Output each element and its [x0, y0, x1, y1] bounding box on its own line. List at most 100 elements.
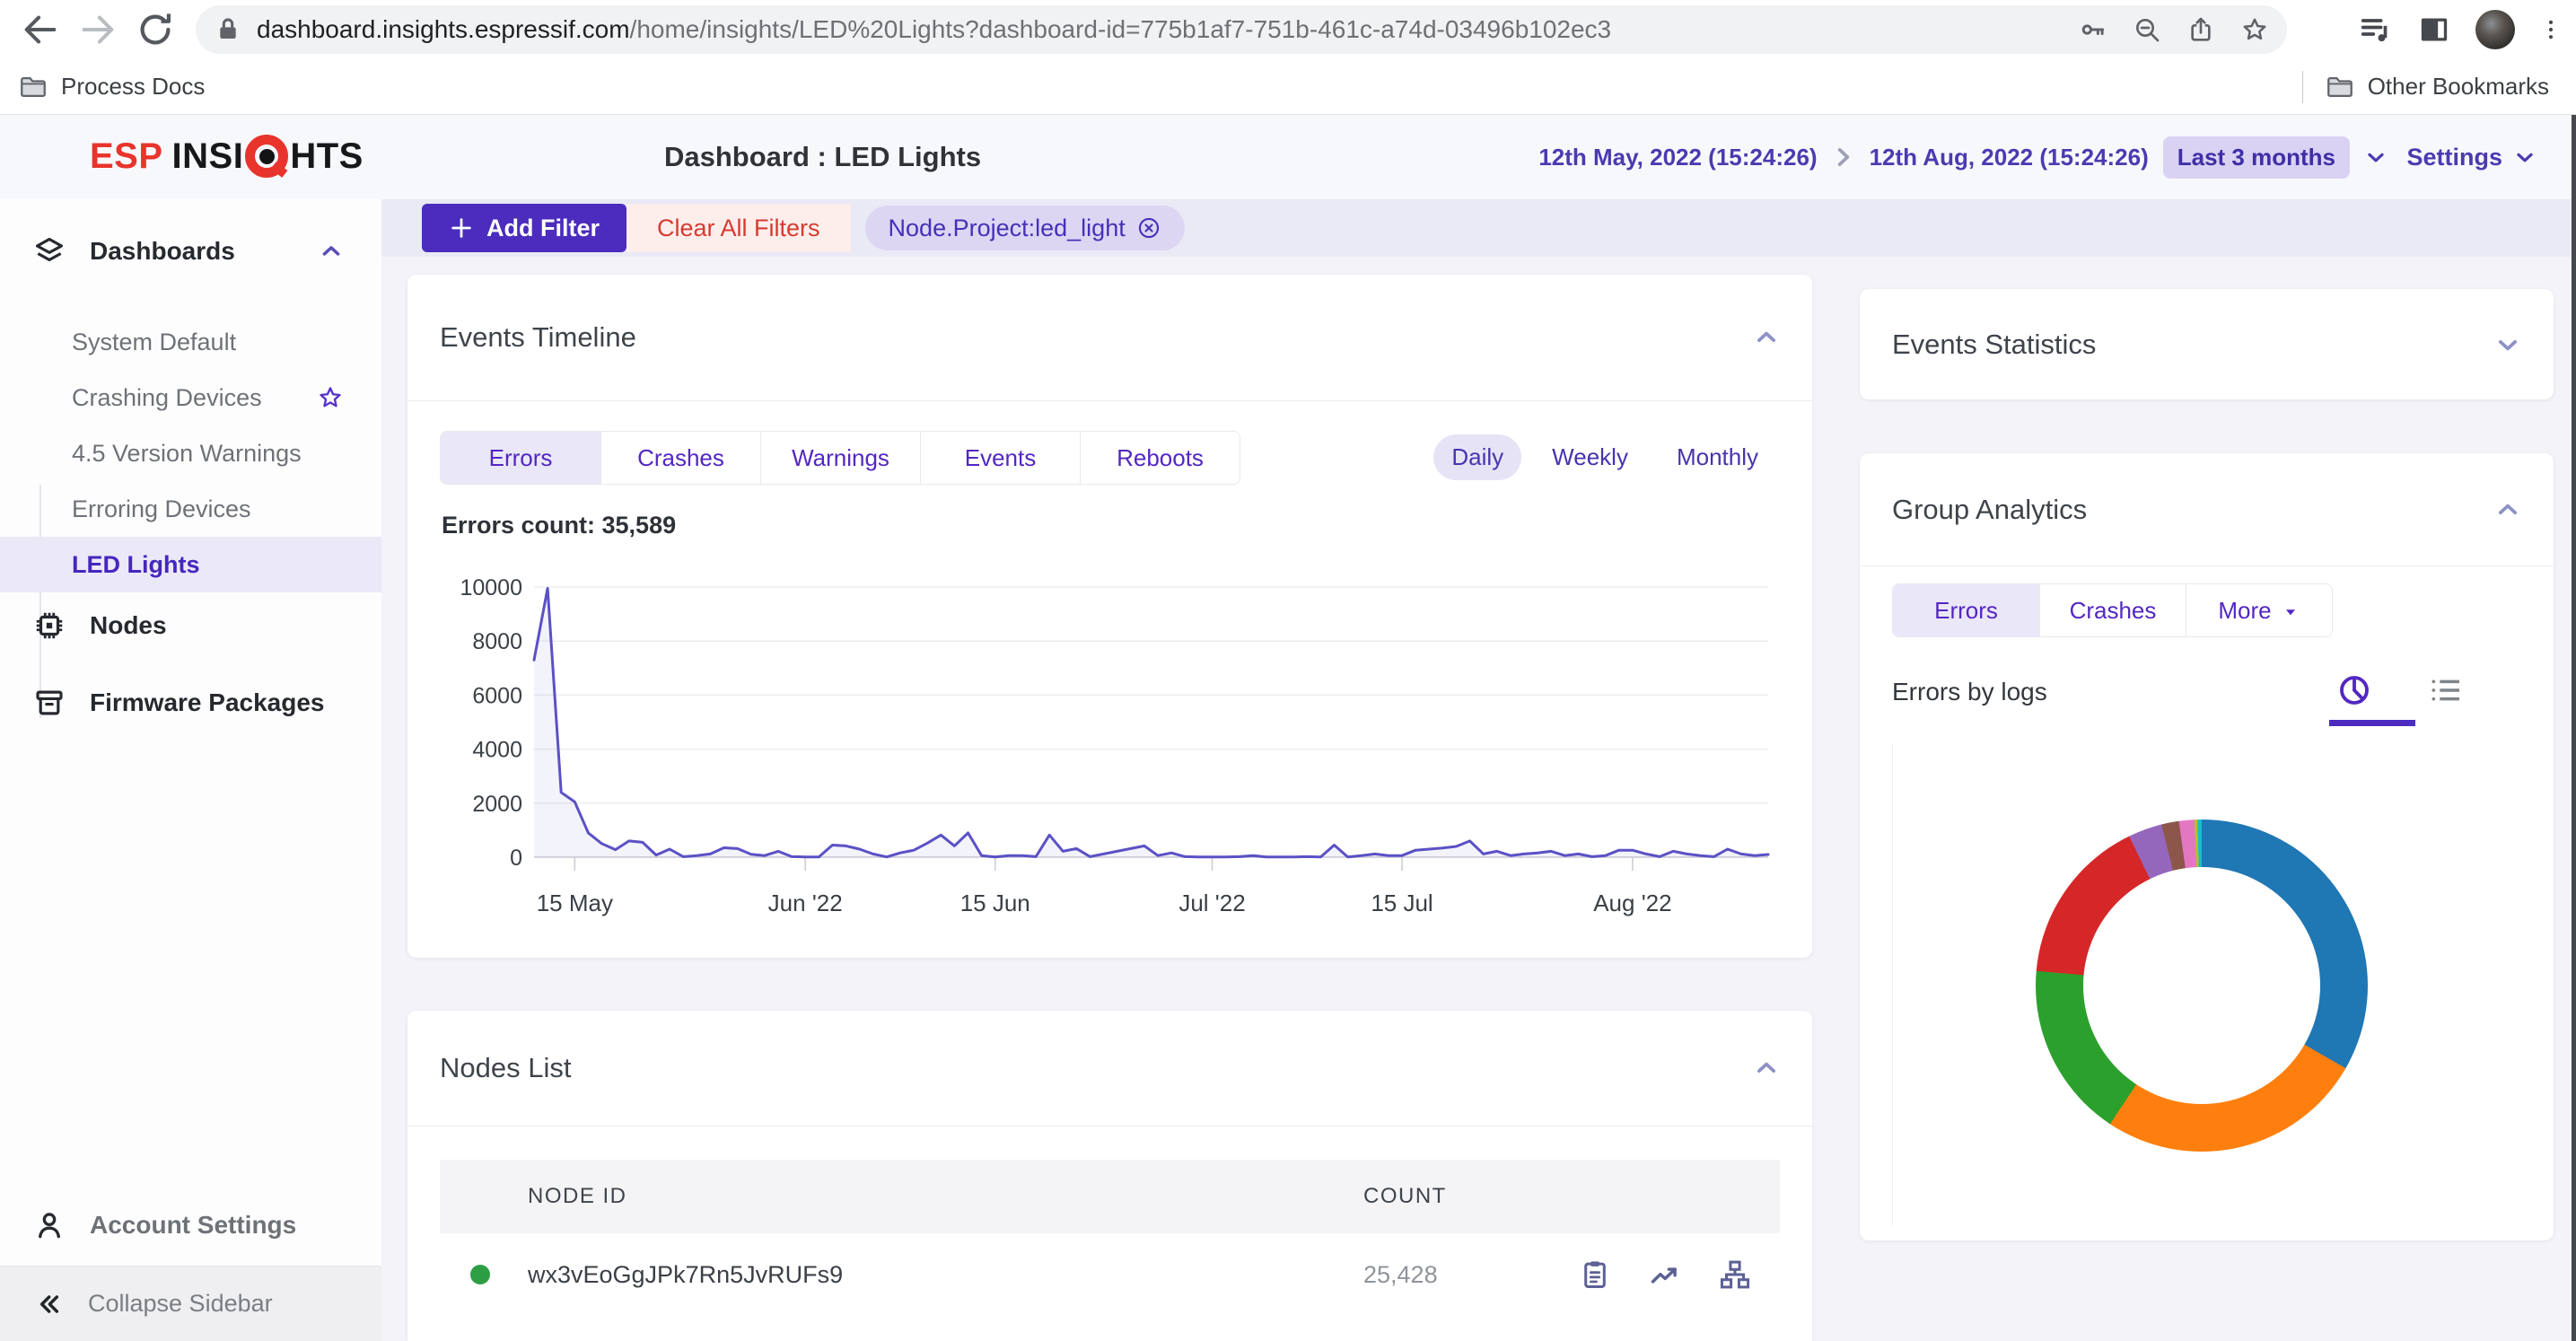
tab-label: Crashes — [637, 444, 724, 472]
pie-chart-icon[interactable] — [2336, 672, 2372, 708]
collapse-icon — [34, 1290, 63, 1319]
page-title: Dashboard : LED Lights — [664, 141, 981, 173]
esp-insights-logo[interactable]: ESPINSIHTS — [90, 135, 364, 178]
chevron-up-icon[interactable] — [1753, 1055, 1780, 1082]
close-circle-icon[interactable] — [1136, 215, 1161, 241]
sidebar-item-4-5-version-warnings[interactable]: 4.5 Version Warnings — [0, 425, 381, 481]
app-header: ESPINSIHTS Dashboard : LED Lights 12th M… — [0, 115, 2576, 199]
chevron-down-icon[interactable] — [2364, 145, 2388, 169]
sidebar-item-nodes[interactable]: Nodes — [0, 599, 381, 653]
granularity-daily[interactable]: Daily — [1433, 434, 1521, 480]
add-filter-button[interactable]: Add Filter — [422, 204, 626, 252]
bookmark-label: Process Docs — [61, 73, 205, 101]
tab-events[interactable]: Events — [920, 432, 1080, 484]
key-icon[interactable] — [2079, 15, 2107, 44]
other-bookmarks-label: Other Bookmarks — [2368, 73, 2549, 101]
svg-text:Jun '22: Jun '22 — [768, 890, 843, 916]
star-outline-icon[interactable] — [317, 384, 344, 411]
group-analytics-tabs: Errors Crashes More — [1892, 583, 2333, 637]
sidebar-item-label: Crashing Devices — [72, 384, 262, 412]
clear-all-filters-button[interactable]: Clear All Filters — [626, 204, 851, 252]
group-analytics-title: Group Analytics — [1892, 494, 2087, 526]
ga-tab-label: Crashes — [2070, 597, 2157, 625]
sidebar-item-led-lights[interactable]: LED Lights — [0, 537, 381, 592]
sidebar-item-label: 4.5 Version Warnings — [72, 440, 302, 468]
sidebar-item-label: LED Lights — [72, 551, 200, 579]
sitemap-icon[interactable] — [1718, 1258, 1752, 1292]
table-row[interactable]: wx3vEoGgJPk7Rn5JvRUFs9 25,428 — [440, 1233, 1780, 1316]
chevron-right-icon — [1832, 145, 1855, 169]
tab-errors[interactable]: Errors — [441, 432, 600, 484]
layers-icon — [32, 234, 66, 268]
tab-crashes[interactable]: Crashes — [600, 432, 760, 484]
sidebar-account-label: Account Settings — [90, 1211, 296, 1240]
nodes-list-header: Nodes List — [407, 1011, 1812, 1126]
playlist-icon[interactable] — [2357, 12, 2393, 48]
sidebar-item-erroring-devices[interactable]: Erroring Devices — [0, 481, 381, 537]
browser-toolbar: dashboard.insights.espressif.com/home/in… — [0, 0, 2576, 59]
sidebar-item-crashing-devices[interactable]: Crashing Devices — [0, 370, 381, 425]
chevron-up-icon[interactable] — [319, 239, 344, 264]
errors-timeline-chart[interactable]: 020004000600080001000015 MayJun '2215 Ju… — [440, 565, 1786, 935]
sidebar-item-account-settings[interactable]: Account Settings — [0, 1198, 381, 1252]
window-edge — [2572, 115, 2576, 1341]
active-view-underline — [2329, 720, 2415, 726]
granularity-weekly[interactable]: Weekly — [1534, 434, 1646, 480]
range-preset-badge[interactable]: Last 3 months — [2163, 136, 2350, 179]
bookmark-process-docs[interactable]: Process Docs — [18, 72, 205, 102]
address-bar[interactable]: dashboard.insights.espressif.com/home/in… — [196, 5, 2287, 54]
lock-icon — [214, 15, 242, 44]
page: dashboard.insights.espressif.com/home/in… — [0, 0, 2576, 1341]
star-icon[interactable] — [2240, 15, 2269, 44]
events-timeline-title: Events Timeline — [440, 321, 636, 354]
ga-tab-crashes[interactable]: Crashes — [2039, 584, 2186, 636]
zoom-out-icon[interactable] — [2133, 15, 2161, 44]
settings-label: Settings — [2406, 144, 2502, 171]
logo-hts: HTS — [290, 136, 364, 177]
sidebar-nodes-label: Nodes — [90, 611, 167, 640]
granularity-monthly[interactable]: Monthly — [1659, 434, 1776, 480]
events-statistics-header: Events Statistics — [1860, 289, 2554, 399]
back-icon[interactable] — [20, 9, 61, 50]
sidebar: Dashboards System Default Crashing Device… — [0, 199, 381, 1341]
share-icon[interactable] — [2186, 15, 2215, 44]
chevron-up-icon[interactable] — [1753, 324, 1780, 351]
settings-menu[interactable]: Settings — [2406, 115, 2537, 199]
other-bookmarks[interactable]: Other Bookmarks — [2325, 72, 2549, 102]
date-to[interactable]: 12th Aug, 2022 (15:24:26) — [1870, 144, 2149, 171]
list-view-icon[interactable] — [2428, 672, 2464, 708]
chevron-down-icon[interactable] — [2494, 331, 2521, 358]
avatar[interactable] — [2475, 10, 2515, 49]
url-text[interactable]: dashboard.insights.espressif.com/home/in… — [257, 15, 2079, 44]
date-from[interactable]: 12th May, 2022 (15:24:26) — [1538, 144, 1817, 171]
sidebar-item-dashboards[interactable]: Dashboards — [0, 224, 381, 278]
events-statistics-title: Events Statistics — [1892, 329, 2096, 361]
svg-text:8000: 8000 — [472, 629, 522, 654]
chevron-up-icon[interactable] — [2494, 496, 2521, 523]
sidebar-item-firmware-packages[interactable]: Firmware Packages — [0, 676, 381, 730]
kebab-menu-icon[interactable] — [2538, 12, 2563, 48]
reload-icon[interactable] — [135, 9, 176, 50]
sidebar-item-label: System Default — [72, 329, 236, 356]
filter-chip[interactable]: Node.Project:led_light — [865, 206, 1185, 250]
collapse-sidebar-button[interactable]: Collapse Sidebar — [0, 1266, 381, 1341]
tab-reboots[interactable]: Reboots — [1080, 432, 1240, 484]
tab-warnings[interactable]: Warnings — [760, 432, 920, 484]
node-count: 25,428 — [1363, 1261, 1438, 1289]
forward-icon[interactable] — [77, 9, 118, 50]
filter-bar: Add Filter Clear All Filters Node.Projec… — [381, 199, 2576, 257]
date-range[interactable]: 12th May, 2022 (15:24:26) 12th Aug, 2022… — [1538, 115, 2388, 199]
ga-tab-label: Errors — [1934, 597, 1998, 625]
events-timeline-card: Events Timeline Errors Crashes WarningsEve… — [407, 275, 1812, 958]
ga-tab-errors[interactable]: Errors — [1893, 584, 2039, 636]
bookmarks-bar: Process Docs Other Bookmarks — [0, 59, 2576, 115]
ga-tab-more[interactable]: More — [2186, 584, 2332, 636]
sidebar-item-label: Erroring Devices — [72, 495, 251, 523]
chevron-down-icon — [2513, 145, 2537, 169]
node-id[interactable]: wx3vEoGgJPk7Rn5JvRUFs9 — [528, 1261, 843, 1289]
panel-icon[interactable] — [2416, 12, 2452, 48]
sidebar-item-system-default[interactable]: System Default — [0, 314, 381, 370]
trend-icon[interactable] — [1648, 1258, 1682, 1292]
svg-text:4000: 4000 — [472, 738, 522, 763]
clipboard-icon[interactable] — [1578, 1258, 1612, 1292]
